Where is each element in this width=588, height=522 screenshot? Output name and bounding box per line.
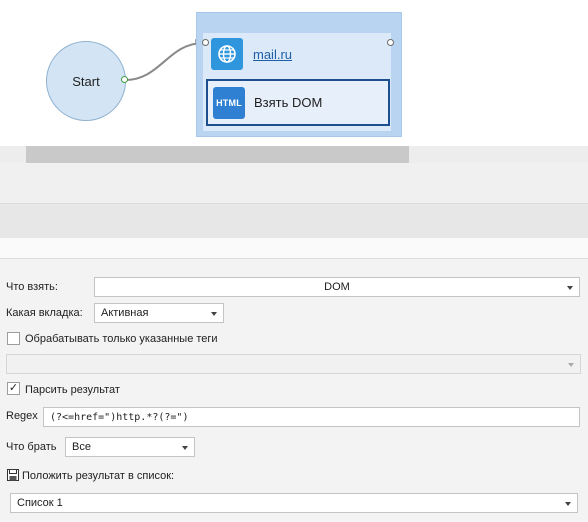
- tab-select[interactable]: Активная: [94, 303, 224, 323]
- what-to-get-label: Что брать: [6, 441, 57, 453]
- chevron-down-icon: [568, 363, 574, 367]
- start-node-label: Start: [72, 73, 100, 89]
- get-dom-node-label: Взять DOM: [254, 95, 323, 110]
- regex-input[interactable]: (?<=href=")http.*?(?="): [43, 407, 580, 427]
- get-dom-node[interactable]: HTML Взять DOM: [206, 79, 390, 126]
- start-node[interactable]: Start: [46, 41, 126, 121]
- navigate-node-label[interactable]: mail.ru: [253, 47, 292, 62]
- save-to-list-label: Положить результат в список:: [22, 470, 175, 482]
- only-tags-label: Обрабатывать только указанные теги: [25, 333, 218, 345]
- chevron-down-icon: [211, 312, 217, 316]
- tab-label: Какая вкладка:: [6, 307, 83, 319]
- navigate-node[interactable]: mail.ru: [211, 38, 292, 70]
- chevron-down-icon: [182, 446, 188, 450]
- group-output-port[interactable]: [387, 39, 394, 46]
- chevron-down-icon: [567, 286, 573, 290]
- list-value: Список 1: [17, 497, 63, 509]
- properties-subheader: [0, 238, 588, 259]
- tab-value: Активная: [101, 307, 149, 319]
- tags-select[interactable]: [6, 354, 581, 374]
- scrollbar-thumb[interactable]: [26, 146, 409, 163]
- check-mark-icon: ✓: [8, 382, 19, 394]
- regex-label: Regex: [6, 410, 38, 422]
- properties-header: [0, 203, 588, 239]
- regex-value: (?<=href=")http.*?(?="): [50, 411, 189, 423]
- chevron-down-icon: [565, 502, 571, 506]
- html-icon-badge: HTML: [216, 97, 242, 108]
- parse-result-checkbox[interactable]: ✓: [7, 382, 20, 395]
- panel-separator: [0, 163, 588, 203]
- what-to-take-select[interactable]: DOM: [94, 277, 580, 297]
- group-input-port[interactable]: [202, 39, 209, 46]
- globe-icon: [211, 38, 243, 70]
- parse-result-label: Парсить результат: [25, 384, 120, 396]
- what-to-take-value: DOM: [324, 281, 350, 293]
- only-tags-checkbox[interactable]: [7, 332, 20, 345]
- start-output-port[interactable]: [121, 76, 128, 83]
- save-icon: [7, 469, 19, 481]
- list-select[interactable]: Список 1: [10, 493, 578, 513]
- what-to-get-value: Все: [72, 441, 91, 453]
- what-to-get-select[interactable]: Все: [65, 437, 195, 457]
- html-icon: HTML: [213, 86, 245, 119]
- what-to-take-label: Что взять:: [6, 281, 58, 293]
